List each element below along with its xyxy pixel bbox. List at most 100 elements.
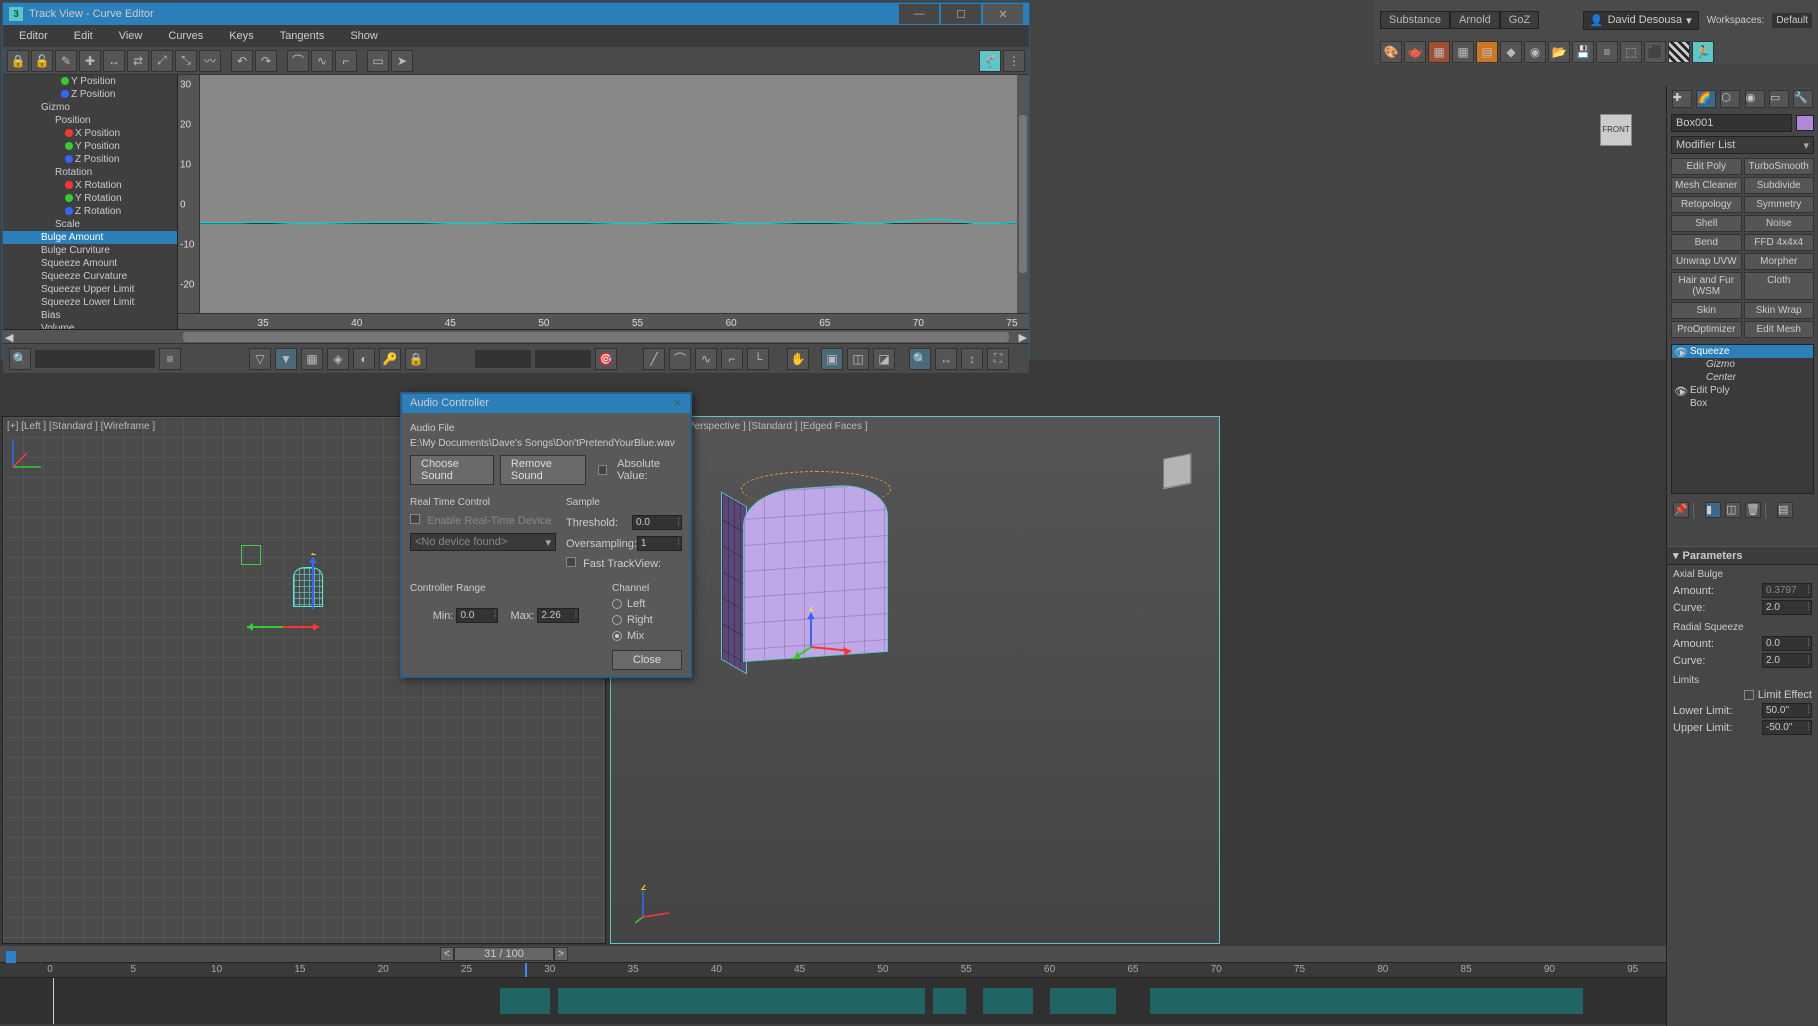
curve-graph[interactable]: 3020100-10-20 354045505560657075 — [178, 75, 1029, 329]
viewcube-top[interactable]: FRONT — [1592, 106, 1640, 154]
limit-effect-checkbox[interactable] — [1744, 690, 1754, 700]
tangent-b-icon[interactable]: ⌒ — [669, 348, 691, 370]
frame-indicator[interactable]: 31 / 100 — [454, 947, 554, 961]
key-icon[interactable]: 🔑 — [379, 348, 401, 370]
tangent-step-icon[interactable]: ⌐ — [335, 50, 357, 72]
filter-sel-icon[interactable]: ▼ — [275, 348, 297, 370]
motion-tab-icon[interactable]: ◉ — [1745, 90, 1765, 108]
track-item[interactable]: Z Position — [3, 88, 177, 101]
user-account[interactable]: 👤 David Desousa ▾ — [1583, 11, 1699, 30]
track-item[interactable]: Squeeze Amount — [3, 257, 177, 270]
maximize-button[interactable]: ☐ — [941, 4, 981, 24]
tool-b-icon[interactable]: ⬛ — [1644, 41, 1666, 63]
region-a-icon[interactable]: ▣ — [821, 348, 843, 370]
axial-curve-spinner[interactable]: 2.0 — [1762, 600, 1812, 615]
track-item[interactable]: Gizmo — [3, 101, 177, 114]
track-item[interactable]: X Rotation — [3, 179, 177, 192]
modifier-quick-button[interactable]: Shell — [1671, 215, 1742, 232]
arrow-icon[interactable]: ➤ — [391, 50, 413, 72]
absolute-value-checkbox[interactable] — [598, 465, 607, 475]
menu-keys[interactable]: Keys — [217, 27, 265, 45]
fast-trackview-checkbox[interactable] — [566, 557, 576, 567]
radial-amount-spinner[interactable]: 0.0 — [1762, 636, 1812, 651]
track-item[interactable]: X Position — [3, 127, 177, 140]
render-frame-icon[interactable]: ▤ — [1476, 41, 1498, 63]
channel-mix-radio[interactable] — [612, 631, 622, 641]
viewcube[interactable] — [1153, 447, 1201, 495]
viewport-right-label[interactable]: [+] [Perspective ] [Standard ] [Edged Fa… — [671, 421, 868, 432]
zoom-h-icon[interactable]: ↔ — [935, 348, 957, 370]
move-key-icon[interactable]: ↔ — [103, 50, 125, 72]
dialog-close-icon[interactable]: ✕ — [673, 397, 682, 410]
slide-key-icon[interactable]: ⇄ — [127, 50, 149, 72]
modifier-quick-button[interactable]: Edit Mesh — [1744, 321, 1815, 338]
display-tab-icon[interactable]: ▭ — [1769, 90, 1789, 108]
modify-tab-icon[interactable]: 🌈 — [1696, 90, 1716, 108]
modifier-quick-button[interactable]: Noise — [1744, 215, 1815, 232]
frame-input[interactable] — [475, 350, 531, 368]
modifier-stack-item[interactable]: Center — [1672, 371, 1813, 384]
prev-frame-button[interactable]: < — [440, 947, 454, 961]
scale-key-icon[interactable]: ⤢ — [151, 50, 173, 72]
curve-editor-titlebar[interactable]: 3 Track View - Curve Editor — ☐ ✕ — [3, 3, 1029, 25]
snap-key-icon[interactable]: 🎯 — [595, 348, 617, 370]
open-icon[interactable]: 📂 — [1548, 41, 1570, 63]
show-biped-icon[interactable]: 🦿 — [979, 50, 1001, 72]
lock-sm-icon[interactable]: 🔒 — [405, 348, 427, 370]
move-gizmo-z-icon[interactable]: z — [303, 553, 323, 613]
track-item[interactable]: Bias — [3, 309, 177, 322]
move-gizmo-icon[interactable] — [243, 617, 323, 637]
modifier-quick-button[interactable]: Retopology — [1671, 196, 1742, 213]
track-item[interactable]: Volume — [3, 322, 177, 329]
toolbar-end-icon[interactable]: ⋮ — [1003, 50, 1025, 72]
value-input[interactable] — [535, 350, 591, 368]
teapot-icon[interactable]: 🫖 — [1404, 41, 1426, 63]
minimize-button[interactable]: — — [899, 4, 939, 24]
radial-curve-spinner[interactable]: 2.0 — [1762, 653, 1812, 668]
zoom-region-icon[interactable]: ⛶ — [987, 348, 1009, 370]
pin-stack-icon[interactable]: 📌 — [1673, 502, 1689, 518]
track-item[interactable]: Squeeze Upper Limit — [3, 283, 177, 296]
filter-none-icon[interactable]: ▽ — [249, 348, 271, 370]
scale-value-icon[interactable]: ⤡ — [175, 50, 197, 72]
modifier-quick-button[interactable]: Unwrap UVW — [1671, 253, 1742, 270]
layers-icon[interactable]: ≡ — [1596, 41, 1618, 63]
pan-icon[interactable]: ✋ — [787, 348, 809, 370]
time-ruler[interactable]: 05101520253035404550556065707580859095 — [0, 962, 1666, 978]
search-field[interactable] — [35, 350, 155, 368]
track-item[interactable]: Position — [3, 114, 177, 127]
track-item[interactable]: Bulge Curviture — [3, 244, 177, 257]
filter-icon[interactable]: 🔒 — [7, 50, 29, 72]
tangent-auto-icon[interactable]: ⌒ — [287, 50, 309, 72]
menu-curves[interactable]: Curves — [156, 27, 215, 45]
list-icon[interactable]: ≡ — [159, 348, 181, 370]
track-hierarchy-tree[interactable]: Y PositionZ PositionGizmoPositionX Posit… — [3, 75, 178, 329]
zoom-fit-icon[interactable]: 🔍 — [909, 348, 931, 370]
modifier-quick-button[interactable]: Edit Poly — [1671, 158, 1742, 175]
object-name-input[interactable]: Box001 — [1671, 114, 1792, 132]
track-item[interactable]: Rotation — [3, 166, 177, 179]
next-frame-button[interactable]: > — [554, 947, 568, 961]
modifier-stack-item[interactable]: 👁▸Edit Poly — [1672, 384, 1813, 397]
menu-view[interactable]: View — [107, 27, 155, 45]
zoom-v-icon[interactable]: ↕ — [961, 348, 983, 370]
tangent-a-icon[interactable]: ╱ — [643, 348, 665, 370]
axial-amount-spinner[interactable]: 0.3797 — [1762, 583, 1812, 598]
remove-modifier-icon[interactable]: 🗑 — [1745, 502, 1761, 518]
material-editor-icon[interactable]: ▦ — [1428, 41, 1450, 63]
channel-left-radio[interactable] — [612, 599, 622, 609]
viewport-left-label[interactable]: [+] [Left ] [Standard ] [Wireframe ] — [7, 421, 155, 432]
track-item[interactable]: Z Position — [3, 153, 177, 166]
save-icon[interactable]: 💾 — [1572, 41, 1594, 63]
dialog-titlebar[interactable]: Audio Controller ✕ — [402, 394, 690, 413]
tangent-c-icon[interactable]: ∿ — [695, 348, 717, 370]
scroll-left-icon[interactable]: ◀ — [5, 331, 13, 344]
configure-sets-icon[interactable]: ▤ — [1777, 502, 1793, 518]
remove-sound-button[interactable]: Remove Sound — [500, 455, 586, 485]
draw-curve-icon[interactable]: ✎ — [55, 50, 77, 72]
workspaces-value[interactable]: Default — [1772, 13, 1812, 28]
track-item[interactable]: Squeeze Curvature — [3, 270, 177, 283]
viewport-perspective[interactable]: [+] [Perspective ] [Standard ] [Edged Fa… — [610, 416, 1220, 944]
layers-sm-icon[interactable]: ◈ — [327, 348, 349, 370]
running-man-icon[interactable]: 🏃 — [1692, 41, 1714, 63]
